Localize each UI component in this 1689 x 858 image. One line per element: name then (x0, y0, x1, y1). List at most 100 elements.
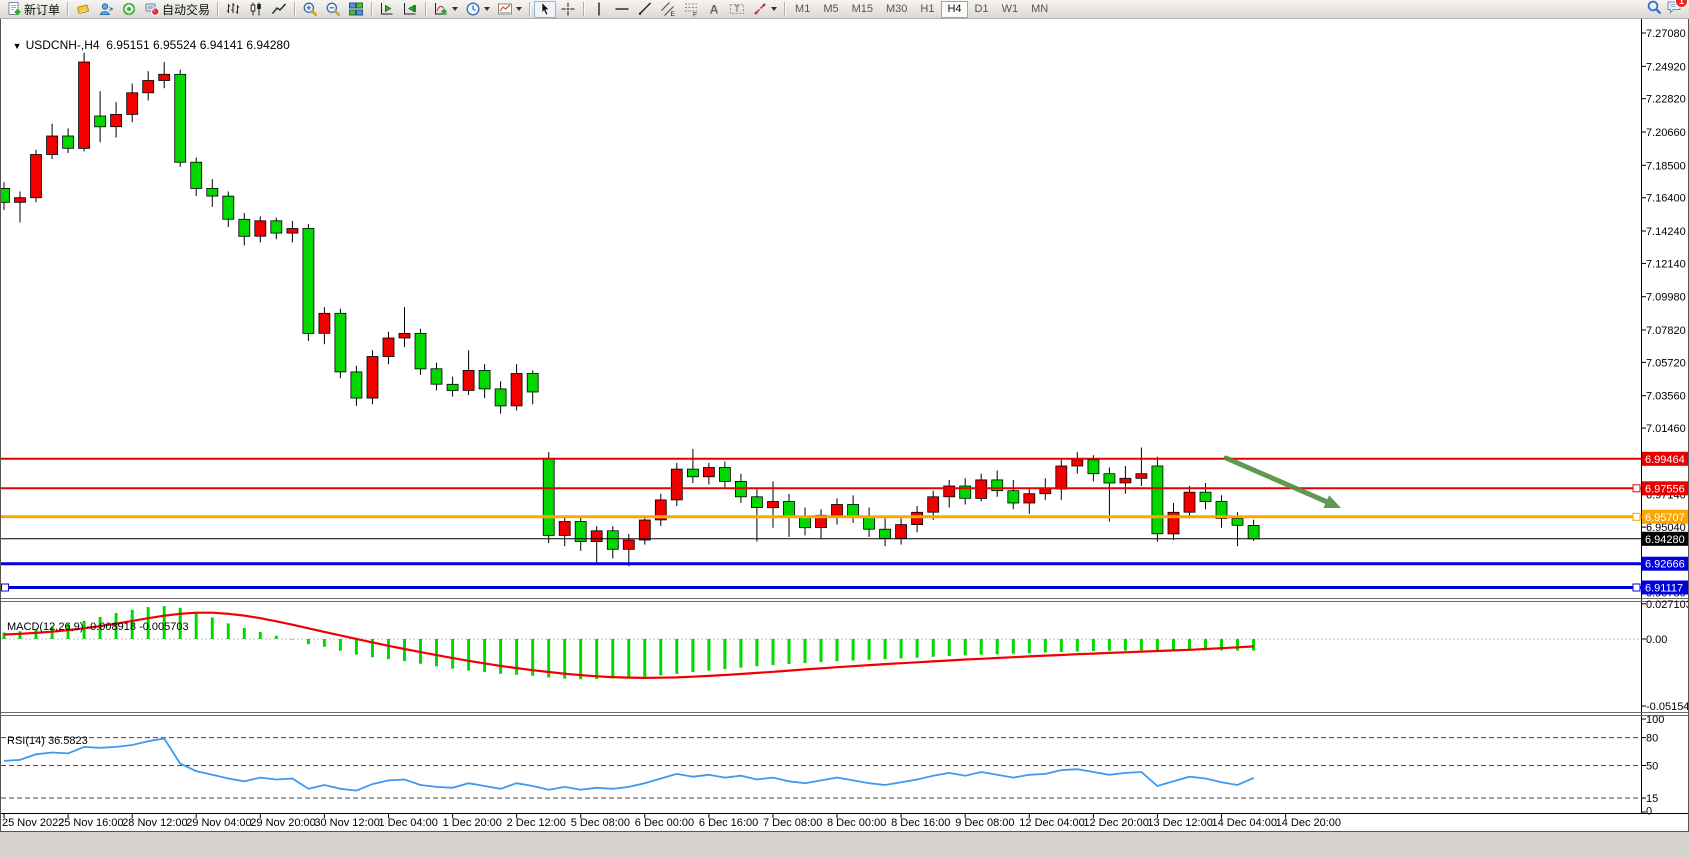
timeframe-w1[interactable]: W1 (996, 1, 1025, 18)
candle (447, 384, 458, 390)
candle (207, 188, 218, 196)
candle (31, 155, 42, 198)
price-line-badge-text: 6.97556 (1645, 483, 1685, 495)
price-line-badge-text: 6.99464 (1645, 454, 1685, 466)
autotrading-label: 自动交易 (162, 1, 210, 18)
zoom-out-icon (325, 1, 341, 17)
candle (63, 136, 74, 148)
arrows-tool-button[interactable] (749, 1, 780, 18)
macd-axis-tick: -0.051546 (1646, 701, 1689, 713)
templates-button[interactable] (494, 1, 525, 18)
text-label-tool-button[interactable]: T (726, 1, 748, 18)
crosshair-button[interactable] (557, 1, 579, 18)
candle (239, 219, 250, 236)
time-axis-label: 8 Dec 16:00 (891, 817, 950, 829)
new-order-button[interactable]: 新订单 (3, 1, 63, 18)
auto-scroll-button[interactable] (399, 1, 421, 18)
text-tool-button[interactable]: A (703, 1, 725, 18)
timeframe-m15[interactable]: M15 (846, 1, 879, 18)
candlestick-mode-button[interactable] (245, 1, 267, 18)
candle (639, 520, 650, 540)
time-axis-label: 2 Dec 12:00 (507, 817, 566, 829)
trendline-icon (637, 1, 653, 17)
candle (1120, 478, 1131, 483)
candle (928, 497, 939, 512)
macd-label: MACD(12,26,9) -0.008918 -0.005703 (7, 621, 189, 633)
chart-canvas[interactable]: 7.270807.249207.228207.206607.185007.164… (0, 0, 1689, 839)
candle (287, 229, 298, 234)
candle (1040, 489, 1051, 494)
horizontal-line-tool-button[interactable] (611, 1, 633, 18)
candle (864, 517, 875, 529)
tile-windows-button[interactable] (345, 1, 367, 18)
rsi-axis-tick: 50 (1646, 761, 1658, 773)
equidistant-channel-tool-button[interactable]: E (657, 1, 679, 18)
time-axis-label: 13 Dec 12:00 (1147, 817, 1212, 829)
candle (719, 468, 730, 482)
price-axis-tick: 7.12140 (1646, 258, 1686, 270)
line-chart-icon (271, 1, 287, 17)
price-axis-tick: 7.09980 (1646, 292, 1686, 304)
candle (319, 313, 330, 333)
tile-windows-icon (348, 1, 364, 17)
candle (463, 370, 474, 390)
candle (1056, 466, 1067, 489)
channel-icon: E (660, 1, 676, 17)
trendline-tool-button[interactable] (634, 1, 656, 18)
bar-chart-mode-button[interactable] (222, 1, 244, 18)
timeframe-m5[interactable]: M5 (817, 1, 844, 18)
zoom-in-button[interactable] (299, 1, 321, 18)
candle (800, 517, 811, 528)
candle (1136, 474, 1147, 479)
notifications-button[interactable]: 1 (1666, 0, 1682, 20)
candle (223, 196, 234, 219)
autotrading-button[interactable]: 自动交易 (141, 1, 213, 18)
svg-text:E: E (671, 11, 676, 17)
chart-header: ▼USDCNH-,H4 6.95151 6.95524 6.94141 6.94… (6, 24, 290, 52)
line-chart-mode-button[interactable] (268, 1, 290, 18)
cursor-button[interactable] (534, 1, 556, 18)
timeframe-d1[interactable]: D1 (969, 1, 995, 18)
price-line-badge-text: 6.95707 (1645, 512, 1685, 524)
price-line-badge-text: 6.94280 (1645, 534, 1685, 546)
time-axis-label: 6 Dec 00:00 (635, 817, 694, 829)
timeframe-mn[interactable]: MN (1025, 1, 1054, 18)
candle (1072, 460, 1083, 466)
cursor-icon (537, 1, 553, 17)
timeframe-m30[interactable]: M30 (880, 1, 913, 18)
candle (607, 531, 618, 550)
line-handle[interactable] (2, 584, 9, 591)
price-axis-tick: 7.01460 (1646, 423, 1686, 435)
profiles-button[interactable] (95, 1, 117, 18)
timeframe-m1[interactable]: M1 (789, 1, 816, 18)
news-button[interactable] (118, 1, 140, 18)
indicators-button[interactable] (430, 1, 461, 18)
timeframe-h1[interactable]: H1 (914, 1, 940, 18)
candle (79, 62, 90, 148)
time-axis-label: 29 Nov 04:00 (186, 817, 251, 829)
candle (479, 370, 490, 389)
periods-button[interactable] (462, 1, 493, 18)
chevron-down-icon (452, 7, 458, 11)
candle (896, 525, 907, 539)
line-handle[interactable] (1633, 584, 1640, 591)
search-button[interactable] (1646, 0, 1662, 20)
symbol-menu-icon[interactable]: ▼ (13, 41, 22, 51)
chart-shift-button[interactable] (376, 1, 398, 18)
svg-text:T: T (734, 4, 740, 14)
price-axis-tick: 7.22820 (1646, 94, 1686, 106)
timeframe-h4[interactable]: H4 (941, 1, 967, 18)
price-axis-tick: 7.05720 (1646, 357, 1686, 369)
candle (687, 469, 698, 477)
fibonacci-tool-button[interactable]: F (680, 1, 702, 18)
zoom-out-button[interactable] (322, 1, 344, 18)
vertical-line-tool-button[interactable] (588, 1, 610, 18)
autotrading-icon (144, 1, 160, 17)
chart-background (1, 2, 1688, 831)
line-handle[interactable] (1633, 485, 1640, 492)
line-handle[interactable] (1633, 513, 1640, 520)
toolbar-separator (529, 2, 530, 16)
candle (1232, 518, 1243, 525)
svg-text:A: A (710, 3, 719, 17)
chart-wizard-button[interactable] (72, 1, 94, 18)
